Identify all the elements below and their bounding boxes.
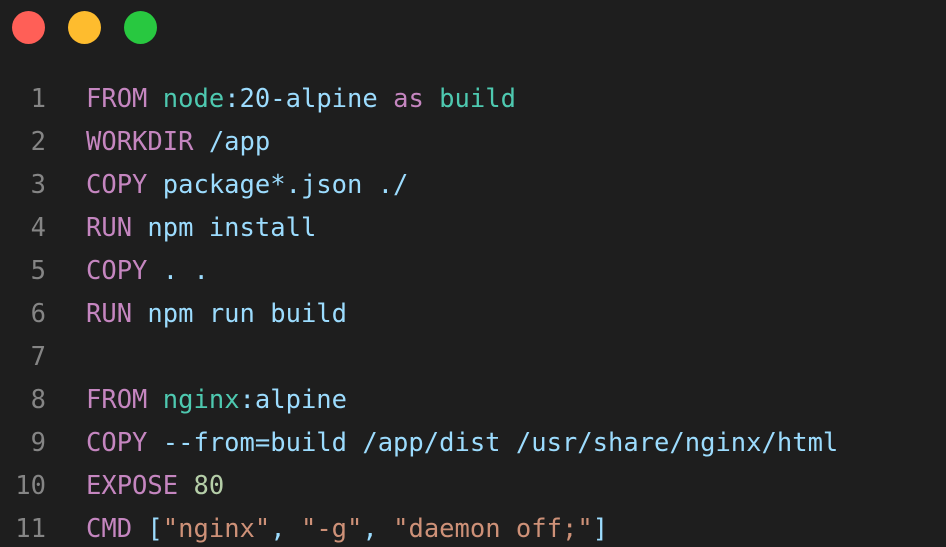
line-number: 2: [30, 127, 46, 157]
code-line[interactable]: 1 FROM node:20-alpine as build: [0, 78, 946, 121]
code-token-type: build: [439, 84, 516, 114]
line-content: CMD ["nginx", "-g", "daemon off;"]: [86, 508, 608, 547]
code-token-text: npm run build: [132, 299, 347, 329]
code-token-keyword: EXPOSE: [86, 471, 179, 501]
code-token-keyword: COPY: [86, 256, 148, 286]
code-token-string: "nginx": [162, 514, 271, 544]
code-token-text: ,: [270, 514, 301, 544]
line-content: WORKDIR /app: [86, 121, 270, 164]
code-token-text: npm install: [132, 213, 317, 243]
code-token-keyword: FROM: [86, 385, 148, 415]
code-line[interactable]: 2 WORKDIR /app: [0, 121, 946, 164]
line-content: RUN npm run build: [86, 293, 347, 336]
code-line[interactable]: 8 FROM nginx:alpine: [0, 379, 946, 422]
line-content: FROM node:20-alpine as build: [86, 78, 516, 121]
code-token-keyword: RUN: [86, 299, 133, 329]
line-content: COPY . .: [86, 250, 209, 293]
code-line[interactable]: 4 RUN npm install: [0, 207, 946, 250]
line-number: 7: [30, 342, 46, 372]
code-token-text: ,: [362, 514, 394, 544]
code-token-keyword: RUN: [86, 213, 133, 243]
line-content: EXPOSE 80: [86, 465, 224, 508]
code-token-text: :alpine: [239, 385, 348, 415]
code-token-text: [: [132, 514, 163, 544]
code-line[interactable]: 10 EXPOSE 80: [0, 465, 946, 508]
code-token-keyword: CMD: [86, 514, 133, 544]
line-content: COPY --from=build /app/dist /usr/share/n…: [86, 422, 838, 465]
code-line[interactable]: 5 COPY . .: [0, 250, 946, 293]
code-token-string: "daemon off;": [393, 514, 593, 544]
code-token-keyword: FROM: [86, 84, 148, 114]
code-line[interactable]: 7: [0, 336, 946, 379]
code-token-text: . .: [147, 256, 209, 286]
line-number: 10: [15, 471, 46, 501]
close-window-icon[interactable]: [12, 11, 45, 44]
code-token-keyword: COPY: [86, 170, 148, 200]
line-number: 4: [30, 213, 46, 243]
code-line[interactable]: 11 CMD ["nginx", "-g", "daemon off;"]: [0, 508, 946, 547]
code-token-string: "-g": [300, 514, 363, 544]
code-token-text: /app: [193, 127, 271, 157]
code-token-keyword: as: [393, 84, 424, 114]
maximize-window-icon[interactable]: [124, 11, 157, 44]
line-number: 11: [15, 514, 46, 544]
line-number: 9: [30, 428, 46, 458]
code-token-text: ]: [592, 514, 609, 544]
code-window: 1 FROM node:20-alpine as build 2 WORKDIR /a…: [0, 0, 946, 547]
minimize-window-icon[interactable]: [68, 11, 101, 44]
line-content: COPY package*.json ./: [86, 164, 408, 207]
line-number: 8: [30, 385, 46, 415]
window-titlebar: [0, 0, 946, 60]
code-line[interactable]: 6 RUN npm run build: [0, 293, 946, 336]
code-token-text: --from=build /app/dist /usr/share/nginx/…: [147, 428, 839, 458]
code-token-text: package*.json ./: [147, 170, 409, 200]
code-line[interactable]: 3 COPY package*.json ./: [0, 164, 946, 207]
code-token-keyword: COPY: [86, 428, 148, 458]
line-content: RUN npm install: [86, 207, 316, 250]
code-editor[interactable]: 1 FROM node:20-alpine as build 2 WORKDIR /a…: [0, 78, 946, 547]
line-number: 3: [30, 170, 46, 200]
line-number: 6: [30, 299, 46, 329]
code-token-type: node: [162, 84, 225, 114]
code-token-text: :20-alpine: [224, 84, 394, 114]
code-line[interactable]: 9 COPY --from=build /app/dist /usr/share/…: [0, 422, 946, 465]
code-token-keyword: WORKDIR: [86, 127, 194, 157]
code-token-number: 80: [193, 471, 225, 501]
line-number: 1: [30, 84, 46, 114]
line-number: 5: [30, 256, 46, 286]
line-content: FROM nginx:alpine: [86, 379, 347, 422]
code-token-type: nginx: [162, 385, 240, 415]
